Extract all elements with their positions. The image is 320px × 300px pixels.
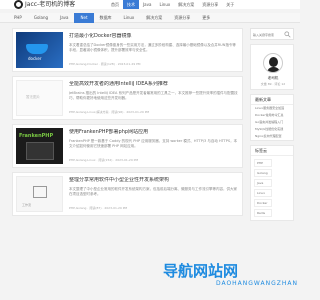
thumbnail-caption: 暂无图片	[26, 95, 40, 99]
tag-link[interactable]: PHP	[254, 159, 272, 167]
search-icon[interactable]	[284, 31, 291, 38]
author-stats: 文章 89 · 评论 12	[260, 82, 286, 86]
site-logo-icon[interactable]	[14, 0, 23, 9]
thumbnail-caption: FrankenPHP	[19, 133, 54, 139]
site-title[interactable]: Jacc-老司机的博客	[25, 0, 75, 9]
widget-title: 标签云	[251, 146, 293, 156]
nav-item-tech[interactable]: 技术	[123, 0, 139, 9]
post-thumbnail[interactable]: 工作流	[16, 176, 63, 212]
tag-cloud-widget: 标签云 PHP Golang Java Linux Docker Redis	[250, 145, 294, 221]
docker-whale-icon	[26, 44, 48, 54]
post-meta: PHP,Golang,Docker · 阅读(128) · 2023-01-29…	[69, 62, 141, 66]
main-nav: 首页 技术 Java Linux 解决方案 资源分享 关于	[107, 0, 238, 9]
post-meta: PHP,Golang,Linux,解决方案 · 阅读(96) · 2023-01…	[69, 110, 150, 114]
tag-link[interactable]: Docker	[254, 199, 272, 207]
site-header: Jacc-老司机的博客 首页 技术 Java Linux 解决方案 资源分享 关…	[0, 0, 300, 9]
thumbnail-caption: 工作流	[22, 203, 32, 207]
recent-post-link[interactable]: MySQL性能优化实践	[251, 126, 293, 133]
post-excerpt: JetBrains 推出的 IntelliJ IDEA 系列产品是开发者最常用的…	[69, 91, 238, 100]
post-excerpt: FrankenPHP 是一款基于 Caddy 的现代 PHP 应用服务器，支持 …	[69, 139, 238, 148]
search-box	[250, 28, 294, 40]
tab-solutions[interactable]: 解决方案	[140, 13, 168, 23]
category-tabbar: PHP Golang Java Net 数据库 Linux 解决方案 资源分享 …	[0, 13, 300, 23]
post-item[interactable]: 工作流 整理分享常用软件中小型企业性开发系统架构 本文整理了中小型企业常用的软件…	[12, 172, 243, 216]
post-thumbnail[interactable]: 暂无图片	[16, 80, 63, 116]
post-list: docker 打造最小化Docker容器镜像 本文着重总结了Docker镜像瘦身…	[12, 28, 243, 220]
post-title[interactable]: 使用FrankenPHP部署php网站应用	[69, 129, 239, 136]
recent-post-link[interactable]: Docker常用命令汇总	[251, 112, 293, 119]
watermark-subtitle: DAOHANGWANGZHAN	[215, 280, 298, 287]
post-item[interactable]: docker 打造最小化Docker容器镜像 本文着重总结了Docker镜像瘦身…	[12, 28, 243, 72]
tag-link[interactable]: Golang	[254, 169, 272, 177]
workflow-diagram-icon	[33, 186, 47, 198]
watermark: 导航网站网 DAOHANGWANGZHAN	[163, 262, 298, 296]
nav-item-linux[interactable]: Linux	[155, 0, 174, 9]
tab-resources[interactable]: 资源分享	[168, 13, 196, 23]
recent-post-link[interactable]: Linux服务器安全加固	[251, 105, 293, 112]
tab-net[interactable]: Net	[74, 13, 94, 23]
post-item[interactable]: FrankenPHP 使用FrankenPHP部署php网站应用 Franken…	[12, 124, 243, 168]
post-meta: PHP,Golang,Linux · 阅读(152) · 2023-01-29 …	[69, 158, 139, 162]
tab-java[interactable]: Java	[54, 13, 74, 23]
sidebar: 老司机 文章 89 · 评论 12 最新文章 Linux服务器安全加固 Dock…	[250, 28, 294, 221]
recent-posts-widget: 最新文章 Linux服务器安全加固 Docker常用命令汇总 Go语言并发编程入…	[250, 94, 294, 141]
recent-post-link[interactable]: Nginx反向代理配置	[251, 133, 293, 140]
post-title[interactable]: 打造最小化Docker容器镜像	[69, 33, 239, 40]
post-excerpt: 本文整理了中小型企业常用的软件开发系统架构方案，包括前后端分离、微服务与工作流引…	[69, 187, 237, 196]
recent-post-link[interactable]: Go语言并发编程入门	[251, 119, 293, 126]
author-card: 老司机 文章 89 · 评论 12	[250, 44, 294, 90]
post-meta: PHP,Golang · 阅读(87) · 2023-01-29 PM	[69, 206, 128, 210]
tab-more[interactable]: 更多	[196, 13, 216, 23]
tab-database[interactable]: 数据库	[94, 13, 118, 23]
post-item[interactable]: 暂无图片 全能高效开发者的通用IntelliJ IDEA系列推荐 JetBrai…	[12, 76, 243, 120]
post-title[interactable]: 整理分享常用软件中小型企业性开发系统架构	[69, 177, 239, 184]
tab-php[interactable]: PHP	[8, 13, 28, 23]
post-thumbnail[interactable]: docker	[16, 32, 63, 68]
widget-title: 最新文章	[251, 95, 293, 105]
screenshot-graphic	[26, 142, 54, 160]
tag-link[interactable]: Linux	[254, 189, 272, 197]
watermark-title: 导航网站网	[163, 262, 239, 280]
thumbnail-caption: docker	[28, 56, 42, 61]
nav-item-about[interactable]: 关于	[222, 0, 238, 9]
nav-item-home[interactable]: 首页	[107, 0, 123, 9]
avatar[interactable]	[263, 53, 283, 73]
tab-golang[interactable]: Golang	[28, 13, 54, 23]
tag-link[interactable]: Redis	[254, 209, 272, 217]
search-input[interactable]	[253, 31, 283, 38]
nav-item-java[interactable]: Java	[139, 0, 155, 9]
post-thumbnail[interactable]: FrankenPHP	[16, 128, 63, 164]
nav-item-solutions[interactable]: 解决方案	[174, 0, 198, 9]
post-title[interactable]: 全能高效开发者的通用IntelliJ IDEA系列推荐	[69, 81, 239, 88]
nav-item-resources[interactable]: 资源分享	[198, 0, 222, 9]
tag-link[interactable]: Java	[254, 179, 272, 187]
post-excerpt: 本文着重总结了Docker镜像瘦身的一些实用方法，通过多阶段构建、选择最小基础镜…	[69, 43, 236, 52]
author-name: 老司机	[267, 76, 279, 80]
tab-linux[interactable]: Linux	[118, 13, 141, 23]
